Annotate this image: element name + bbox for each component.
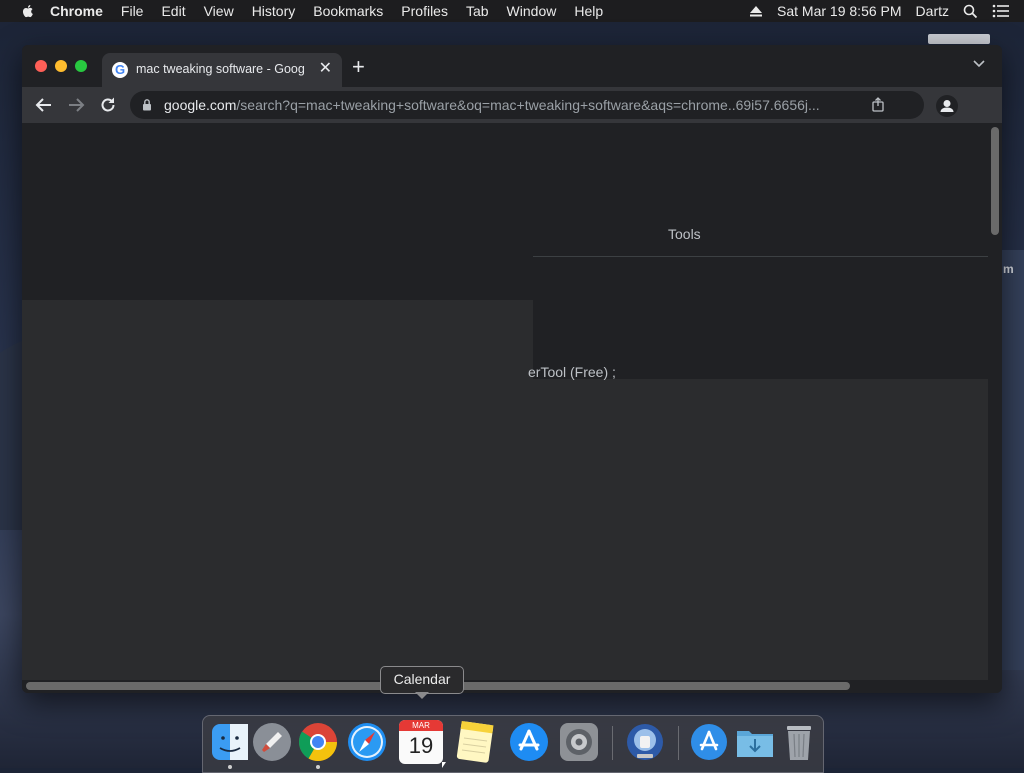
applications-folder-icon[interactable] [687,720,731,764]
share-icon[interactable] [872,97,884,112]
control-center-list-icon[interactable] [992,4,1010,18]
vertical-scroll-thumb[interactable] [991,127,999,235]
search-results-region [533,123,988,379]
menu-app-name[interactable]: Chrome [50,3,103,19]
url-host: google.com [164,97,237,113]
person-icon [940,100,954,112]
google-favicon-icon: G [112,62,128,78]
chrome-running-dot [316,765,320,769]
tab-close-icon[interactable]: ✕ [319,61,332,77]
menu-tab[interactable]: Tab [466,3,489,19]
dock-separator [612,726,613,760]
profile-avatar[interactable] [936,95,958,117]
results-divider [533,256,988,257]
dock-tooltip-arrow [415,692,429,699]
notes-icon[interactable] [453,720,497,764]
apple-icon[interactable] [20,3,36,19]
chrome-window: G mac tweaking software - Goog ✕ + googl… [22,45,1002,693]
chrome-icon[interactable] [296,720,340,764]
back-arrow-icon[interactable] [34,95,54,115]
page-header-region [22,123,533,300]
menu-file[interactable]: File [121,3,144,19]
horizontal-scrollbar[interactable] [22,680,1002,693]
url-text[interactable]: google.com/search?q=mac+tweaking+softwar… [164,97,864,113]
reload-icon[interactable] [98,95,118,115]
page-content [22,123,988,680]
launchpad-rocket-icon[interactable] [250,720,294,764]
menu-datetime[interactable]: Sat Mar 19 8:56 PM [777,3,902,19]
menu-help[interactable]: Help [574,3,603,19]
dock-tooltip: Calendar [380,666,464,694]
vertical-scrollbar[interactable] [988,123,1002,680]
menu-bookmarks[interactable]: Bookmarks [313,3,383,19]
ubar-stamp-icon[interactable] [623,720,667,764]
tab-search-chevron-down-icon[interactable] [972,59,986,69]
desktop-icon-label: m [1003,262,1014,276]
spotlight-search-icon[interactable] [963,4,978,19]
finder-running-dot [228,765,232,769]
trash-icon[interactable] [777,720,821,764]
menu-history[interactable]: History [252,3,296,19]
system-preferences-gear-icon[interactable] [557,720,601,764]
downloads-folder-icon[interactable] [733,720,777,764]
menu-user-name[interactable]: Dartz [916,3,949,19]
lock-icon[interactable] [142,98,152,111]
tab-title: mac tweaking software - Goog [136,62,305,76]
address-bar[interactable]: google.com/search?q=mac+tweaking+softwar… [130,91,924,119]
dock: MAR 19 [202,715,824,773]
menu-window[interactable]: Window [507,3,557,19]
dock-separator [678,726,679,760]
calendar-day: 19 [408,733,434,758]
menu-edit[interactable]: Edit [161,3,185,19]
tools-button[interactable]: Tools [668,226,701,242]
menu-profiles[interactable]: Profiles [401,3,448,19]
mouse-pointer [442,762,446,768]
desktop-file-icon[interactable] [928,34,990,44]
calendar-month: MAR [399,720,443,731]
forward-arrow-icon[interactable] [66,95,86,115]
result-snippet-text[interactable]: erTool (Free) ; [528,364,616,380]
safari-compass-icon[interactable] [345,720,389,764]
calendar-icon[interactable]: MAR 19 [399,720,443,764]
menu-view[interactable]: View [204,3,234,19]
tab-strip: G mac tweaking software - Goog ✕ + [22,45,1002,87]
new-tab-button[interactable]: + [352,56,365,78]
close-window-button[interactable] [35,60,47,72]
url-path: /search?q=mac+tweaking+software&oq=mac+t… [236,97,820,113]
finder-icon[interactable] [208,720,252,764]
menu-bar: Chrome File Edit View History Bookmarks … [0,0,1024,22]
minimize-window-button[interactable] [55,60,67,72]
zoom-window-button[interactable] [75,60,87,72]
eject-icon[interactable] [749,5,763,17]
tab-google-search[interactable]: G mac tweaking software - Goog ✕ [102,53,342,87]
browser-toolbar: google.com/search?q=mac+tweaking+softwar… [22,87,1002,123]
app-store-icon[interactable] [507,720,551,764]
